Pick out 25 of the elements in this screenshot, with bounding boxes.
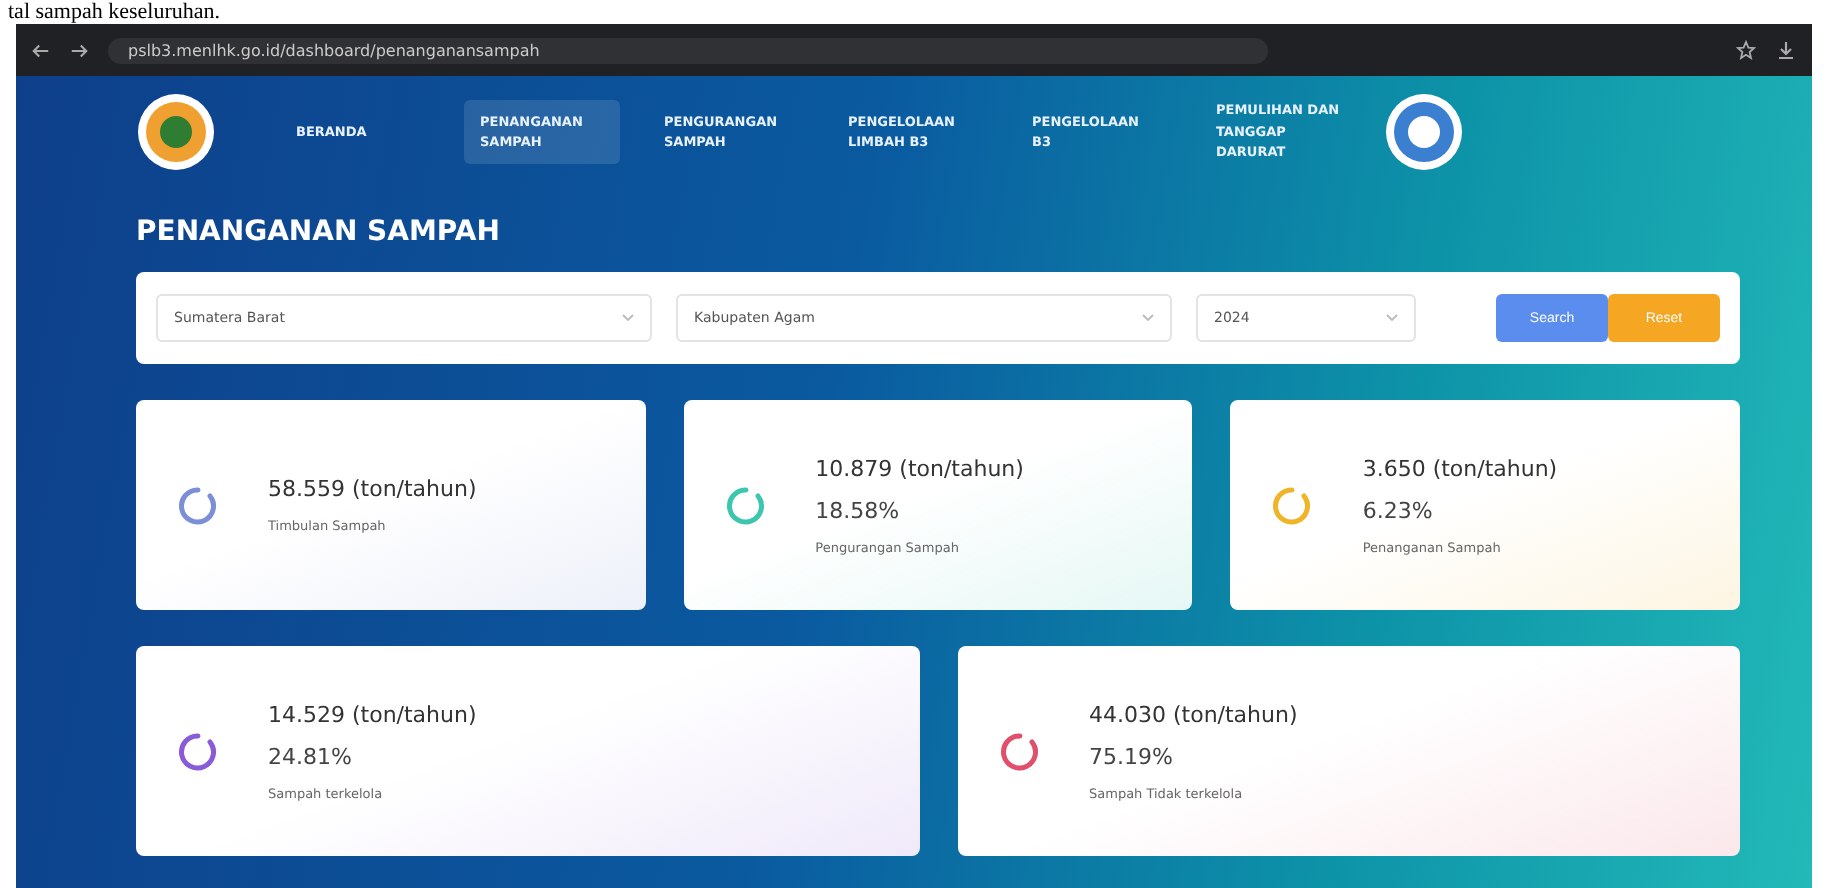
- refresh-icon: [1270, 483, 1315, 527]
- refresh-icon: [176, 483, 220, 527]
- address-bar[interactable]: pslb3.menlhk.go.id/dashboard/penanganansampah: [108, 37, 1268, 63]
- chevron-down-icon: [1142, 314, 1154, 322]
- stat-percent: 6.23%: [1362, 497, 1435, 523]
- stat-amount: 44.030 (ton/tahun): [1089, 701, 1298, 727]
- refresh-icon: [723, 483, 768, 527]
- caption-text: tal sampah keseluruhan.: [8, 0, 220, 24]
- stat-amount: 14.529 (ton/tahun): [268, 701, 477, 727]
- back-icon[interactable]: [32, 41, 50, 59]
- page-title: PENANGANAN SAMPAH: [136, 216, 502, 248]
- stat-amount: 3.650 (ton/tahun): [1362, 455, 1558, 481]
- refresh-icon: [997, 729, 1041, 773]
- stat-percent: 18.58%: [815, 497, 902, 523]
- emblem-icon[interactable]: [136, 92, 216, 172]
- forward-icon[interactable]: [70, 41, 88, 59]
- stat-amount: 58.559 (ton/tahun): [268, 476, 477, 502]
- download-icon[interactable]: [1776, 40, 1796, 60]
- stat-percent: 75.19%: [1089, 743, 1175, 769]
- stat-percent: 24.81%: [268, 743, 354, 769]
- chevron-down-icon: [622, 314, 634, 322]
- chevron-down-icon: [1386, 314, 1398, 322]
- refresh-icon: [176, 729, 220, 773]
- stat-amount: 10.879 (ton/tahun): [815, 455, 1024, 481]
- star-icon[interactable]: [1736, 40, 1756, 60]
